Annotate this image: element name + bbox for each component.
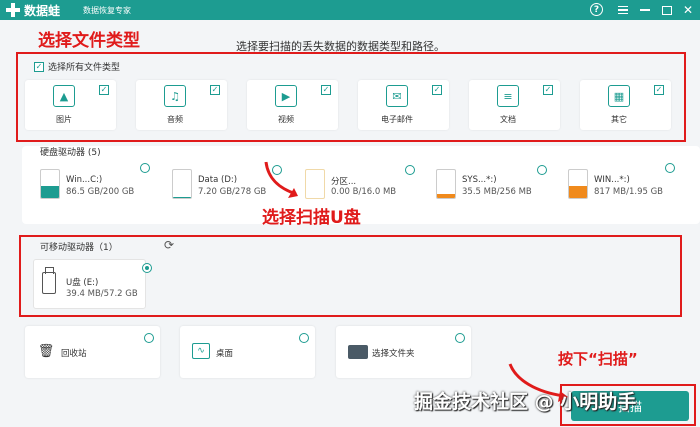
select-all-checkbox[interactable]: ✓ 选择所有文件类型 xyxy=(34,60,120,73)
drive-icon xyxy=(436,169,456,199)
desktop-icon: ∿ xyxy=(192,343,210,359)
annotation-arrow-icon xyxy=(264,161,298,198)
image-icon: ▲ xyxy=(53,85,75,107)
location-label: 选择文件夹 xyxy=(372,349,415,359)
file-type-label: 电子邮件 xyxy=(381,115,413,124)
checkbox-icon[interactable]: ✓ xyxy=(432,85,442,95)
app-subtitle: 数据恢复专家 xyxy=(83,6,131,15)
checkbox-icon[interactable]: ✓ xyxy=(99,85,109,95)
file-type-card-email[interactable]: ✉ ✓ 电子邮件 xyxy=(358,80,449,130)
drive-name: WIN...*:) xyxy=(594,175,630,185)
drive-size: 86.5 GB/200 GB xyxy=(66,187,135,197)
file-type-label: 图片 xyxy=(56,115,72,124)
drive-radio[interactable] xyxy=(405,165,415,175)
drive-name: SYS...*:) xyxy=(462,175,497,185)
document-icon: ≡ xyxy=(497,85,519,107)
file-type-label: 文档 xyxy=(500,115,516,124)
checkbox-icon[interactable]: ✓ xyxy=(321,85,331,95)
file-type-card-video[interactable]: ▶ ✓ 视频 xyxy=(247,80,338,130)
location-label: 桌面 xyxy=(216,349,234,359)
location-radio[interactable] xyxy=(144,333,154,343)
file-type-card-document[interactable]: ≡ ✓ 文档 xyxy=(469,80,560,130)
file-type-card-image[interactable]: ▲ ✓ 图片 xyxy=(25,80,116,130)
usb-radio-selected[interactable] xyxy=(142,263,152,273)
file-type-label: 其它 xyxy=(611,115,627,124)
checkbox-icon[interactable]: ✓ xyxy=(543,85,553,95)
menu-icon[interactable] xyxy=(615,2,631,18)
app-name: 数据蛙 xyxy=(24,4,61,18)
checkbox-icon[interactable]: ✓ xyxy=(654,85,664,95)
location-card-recycle-bin[interactable]: 🗑 回收站 xyxy=(25,326,160,378)
select-all-label: 选择所有文件类型 xyxy=(48,63,121,73)
drive-icon xyxy=(305,169,325,199)
checkbox-icon[interactable]: ✓ xyxy=(210,85,220,95)
drive-radio[interactable] xyxy=(665,163,675,173)
usb-drive-card[interactable]: U盘 (E:) 39.4 MB/57.2 GB xyxy=(33,259,146,309)
drive-name: Data (D:) xyxy=(198,175,238,185)
drive-size: 35.5 MB/256 MB xyxy=(462,187,532,197)
title-bar: 数据蛙 数据恢复专家 ? ✕ xyxy=(0,0,700,20)
email-icon: ✉ xyxy=(386,85,408,107)
drive-name: 分区... xyxy=(331,177,357,187)
file-type-card-audio[interactable]: ♫ ✓ 音频 xyxy=(136,80,227,130)
drive-size: 7.20 GB/278 GB xyxy=(198,187,267,197)
location-radio[interactable] xyxy=(299,333,309,343)
drive-icon xyxy=(568,169,588,199)
drive-radio[interactable] xyxy=(140,163,150,173)
usb-name: U盘 (E:) xyxy=(66,278,99,288)
location-card-desktop[interactable]: ∿ 桌面 xyxy=(180,326,315,378)
close-icon[interactable]: ✕ xyxy=(680,2,696,18)
drive-icon xyxy=(172,169,192,199)
other-icon: ▦ xyxy=(608,85,630,107)
annotation-select-usb: 选择扫描U盘 xyxy=(262,208,361,228)
file-type-card-other[interactable]: ▦ ✓ 其它 xyxy=(580,80,671,130)
folder-icon xyxy=(348,345,368,359)
drive-size: 0.00 B/16.0 MB xyxy=(331,187,397,197)
usb-size: 39.4 MB/57.2 GB xyxy=(66,289,138,299)
trash-icon: 🗑 xyxy=(37,343,55,359)
video-icon: ▶ xyxy=(275,85,297,107)
logo-cross-icon xyxy=(6,3,20,17)
drive-name: Win...C:) xyxy=(66,175,103,185)
location-card-select-folder[interactable]: 选择文件夹 xyxy=(336,326,471,378)
drive-size: 817 MB/1.95 GB xyxy=(594,187,664,197)
file-type-label: 音频 xyxy=(167,115,183,124)
maximize-icon[interactable] xyxy=(659,2,675,18)
hard-drives-title: 硬盘驱动器 (5) xyxy=(40,148,101,158)
help-icon[interactable]: ? xyxy=(590,3,603,16)
watermark: 掘金技术社区 @ 小明助手 xyxy=(414,391,637,413)
file-type-label: 视频 xyxy=(278,115,294,124)
removable-title: 可移动驱动器（1） xyxy=(40,243,118,253)
drive-radio[interactable] xyxy=(537,165,547,175)
location-label: 回收站 xyxy=(61,349,87,359)
location-radio[interactable] xyxy=(455,333,465,343)
usb-icon xyxy=(42,267,56,294)
minimize-icon[interactable] xyxy=(637,2,653,18)
drive-icon xyxy=(40,169,60,199)
music-icon: ♫ xyxy=(164,85,186,107)
annotation-select-types: 选择文件类型 xyxy=(38,31,140,51)
refresh-icon[interactable]: ⟳ xyxy=(164,238,174,252)
checkbox-icon: ✓ xyxy=(34,61,44,72)
